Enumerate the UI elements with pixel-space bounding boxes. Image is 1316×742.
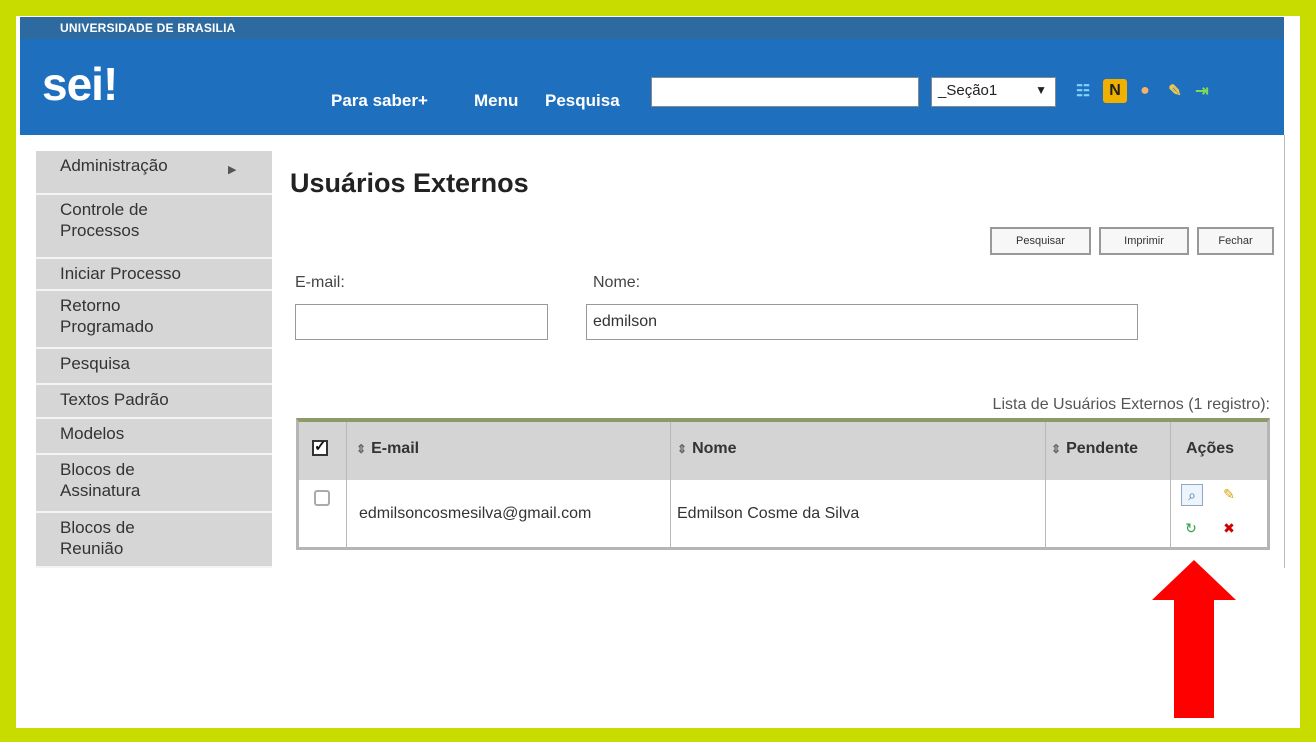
sidebar-item-label: Retorno Programado [60,296,154,336]
nav-menu[interactable]: Menu [474,91,518,111]
users-table: ✓ ⇕ E-mail ⇕ Nome ⇕ Pendente Ações edmilson… [296,418,1270,550]
column-header-pendente[interactable]: ⇕ Pendente [1051,440,1138,458]
pesquisar-button[interactable]: Pesquisar [990,227,1091,255]
fechar-button[interactable]: Fechar [1197,227,1274,255]
sidebar-item-modelos[interactable]: Modelos [36,419,272,455]
imprimir-button[interactable]: Imprimir [1099,227,1189,255]
row-email: edmilsoncosmesilva@gmail.com [359,505,592,522]
column-divider [670,422,671,547]
email-label: E-mail: [295,274,345,291]
list-caption: Lista de Usuários Externos (1 registro): [992,396,1270,413]
sidebar-item-iniciar-processo[interactable]: Iniciar Processo [36,259,272,291]
sidebar-item-textos-padrao[interactable]: Textos Padrão [36,385,272,419]
sidebar-item-retorno-programado[interactable]: Retorno Programado [36,291,272,349]
checkmark-icon: ✓ [314,438,327,455]
reactivate-icon[interactable]: ↻ [1181,518,1201,538]
chevron-right-icon: ▶ [228,164,237,176]
sidebar-item-label: Blocos de Assinatura [60,460,141,500]
sidebar-item-label: Iniciar Processo [60,264,181,283]
sidebar-item-label: Administração [60,156,168,175]
email-field[interactable] [295,304,548,340]
unit-select-value: _Seção1 [938,82,998,99]
exit-icon[interactable]: ⇥ [1190,79,1214,103]
row-nome: Edmilson Cosme da Silva [677,505,860,522]
column-header-label: E-mail [371,440,420,457]
sidebar-item-pesquisa[interactable]: Pesquisa [36,349,272,385]
sei-logo[interactable]: sei! [42,57,118,111]
column-header-acoes: Ações [1186,440,1235,457]
column-divider [346,422,347,547]
sidebar-item-label: Modelos [60,424,125,443]
wrench-icon[interactable]: ✎ [1163,79,1187,103]
notes-icon[interactable]: N [1103,79,1127,103]
edit-icon[interactable]: ✎ [1219,484,1239,504]
user-icon[interactable]: ● [1133,79,1157,103]
institution-bar: UNIVERSIDADE DE BRASILIA [20,17,1284,39]
sort-icon[interactable]: ⇕ [1051,442,1061,456]
sidebar-item-label: Blocos de Reunião [60,518,135,558]
sidebar-item-label: Pesquisa [60,354,130,373]
page-title: Usuários Externos [290,168,529,198]
column-header-nome[interactable]: ⇕ Nome [677,440,737,458]
column-header-label: Pendente [1066,440,1139,457]
sort-icon[interactable]: ⇕ [677,442,687,456]
red-arrow-annotation [1152,560,1236,718]
unit-select[interactable]: _Seção1 ▼ [931,77,1056,107]
column-header-label: Nome [692,440,737,457]
sort-icon[interactable]: ⇕ [356,442,366,456]
sidebar-item-blocos-reuniao[interactable]: Blocos de Reunião [36,513,272,568]
sidebar-item-blocos-assinatura[interactable]: Blocos de Assinatura [36,455,272,513]
nav-para-saber[interactable]: Para saber+ [331,91,428,111]
select-all-checkbox[interactable]: ✓ [312,438,328,456]
chevron-down-icon: ▼ [1035,83,1047,97]
grid-icon[interactable]: ☷ [1071,79,1095,103]
row-checkbox[interactable] [314,490,330,506]
content-divider [1284,135,1285,568]
delete-icon[interactable]: ✖ [1219,518,1239,538]
nome-field[interactable]: edmilson [586,304,1138,340]
header-search-input[interactable] [651,77,919,107]
column-divider [1170,422,1171,547]
app-header: sei! Para saber+ Menu Pesquisa _Seção1 ▼… [20,39,1284,135]
sidebar-item-label: Textos Padrão [60,390,169,409]
column-header-email[interactable]: ⇕ E-mail [356,440,419,458]
view-icon[interactable]: ⌕ [1181,484,1203,506]
institution-name: UNIVERSIDADE DE BRASILIA [60,21,236,35]
nav-pesquisa[interactable]: Pesquisa [545,91,620,111]
sidebar-item-label: Controle de Processos [60,200,148,240]
column-divider [1045,422,1046,547]
nome-label: Nome: [593,274,641,291]
sidebar-item-administracao[interactable]: Administração ▶ [36,151,272,195]
sidebar-item-controle-processos[interactable]: Controle de Processos [36,195,272,259]
